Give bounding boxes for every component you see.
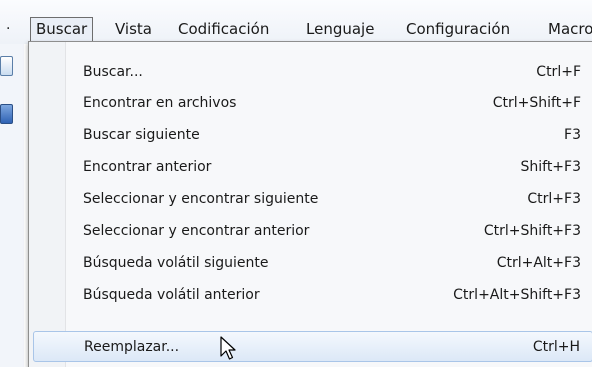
- menu-lenguaje[interactable]: Lenguaje: [306, 17, 374, 41]
- menu-item-buscar[interactable]: Buscar... Ctrl+F: [33, 57, 592, 88]
- menu-bar: · Buscar Vista Codificación Lenguaje Con…: [0, 0, 592, 44]
- menu-item-label: Buscar siguiente: [83, 127, 200, 143]
- buscar-dropdown-menu: Buscar... Ctrl+F Encontrar en archivos C…: [28, 41, 592, 367]
- menu-item-shortcut: Ctrl+Shift+F3: [483, 223, 581, 239]
- menu-item-encontrar-anterior[interactable]: Encontrar anterior Shift+F3: [33, 152, 592, 183]
- menu-bar-stub: ·: [6, 21, 11, 37]
- menu-vista[interactable]: Vista: [115, 17, 152, 41]
- menu-item-shortcut: Ctrl+Alt+Shift+F3: [453, 287, 581, 303]
- toolbar-strip: [0, 44, 24, 367]
- menu-item-busqueda-volatil-anterior[interactable]: Búsqueda volátil anterior Ctrl+Alt+Shift…: [33, 280, 592, 311]
- menu-buscar[interactable]: Buscar: [30, 17, 94, 41]
- menu-item-label: Encontrar en archivos: [83, 95, 237, 111]
- menu-item-label: Encontrar anterior: [83, 159, 212, 175]
- menu-item-encontrar-en-archivos[interactable]: Encontrar en archivos Ctrl+Shift+F: [33, 88, 592, 119]
- menu-item-shortcut: Shift+F3: [520, 159, 581, 175]
- menu-item-shortcut: Ctrl+F3: [527, 191, 581, 207]
- menu-item-label: Seleccionar y encontrar siguiente: [83, 191, 319, 207]
- menu-item-label: Búsqueda volátil siguiente: [83, 255, 269, 271]
- menu-configuracion[interactable]: Configuración: [406, 17, 510, 41]
- menu-item-reemplazar[interactable]: Reemplazar... Ctrl+H: [33, 331, 592, 362]
- menu-item-seleccionar-encontrar-anterior[interactable]: Seleccionar y encontrar anterior Ctrl+Sh…: [33, 216, 592, 247]
- document-icon[interactable]: [0, 56, 13, 76]
- mouse-cursor-icon: [220, 336, 236, 360]
- menu-item-label: Reemplazar...: [84, 339, 180, 355]
- menu-macro[interactable]: Macro: [548, 17, 592, 41]
- save-icon[interactable]: [0, 104, 13, 124]
- menu-item-label: Buscar...: [83, 64, 143, 80]
- menu-item-shortcut: F3: [564, 127, 581, 143]
- app-window: · Buscar Vista Codificación Lenguaje Con…: [0, 0, 592, 367]
- menu-item-label: Búsqueda volátil anterior: [83, 287, 260, 303]
- menu-item-shortcut: Ctrl+H: [532, 339, 580, 355]
- menu-item-shortcut: Ctrl+F: [536, 64, 581, 80]
- menu-item-shortcut: Ctrl+Shift+F: [492, 95, 581, 111]
- menu-item-buscar-siguiente[interactable]: Buscar siguiente F3: [33, 120, 592, 151]
- menu-item-busqueda-volatil-siguiente[interactable]: Búsqueda volátil siguiente Ctrl+Alt+F3: [33, 248, 592, 279]
- menu-item-shortcut: Ctrl+Alt+F3: [496, 255, 581, 271]
- menu-item-seleccionar-encontrar-siguiente[interactable]: Seleccionar y encontrar siguiente Ctrl+F…: [33, 184, 592, 215]
- menu-item-label: Seleccionar y encontrar anterior: [83, 223, 310, 239]
- menu-codificacion[interactable]: Codificación: [178, 17, 269, 41]
